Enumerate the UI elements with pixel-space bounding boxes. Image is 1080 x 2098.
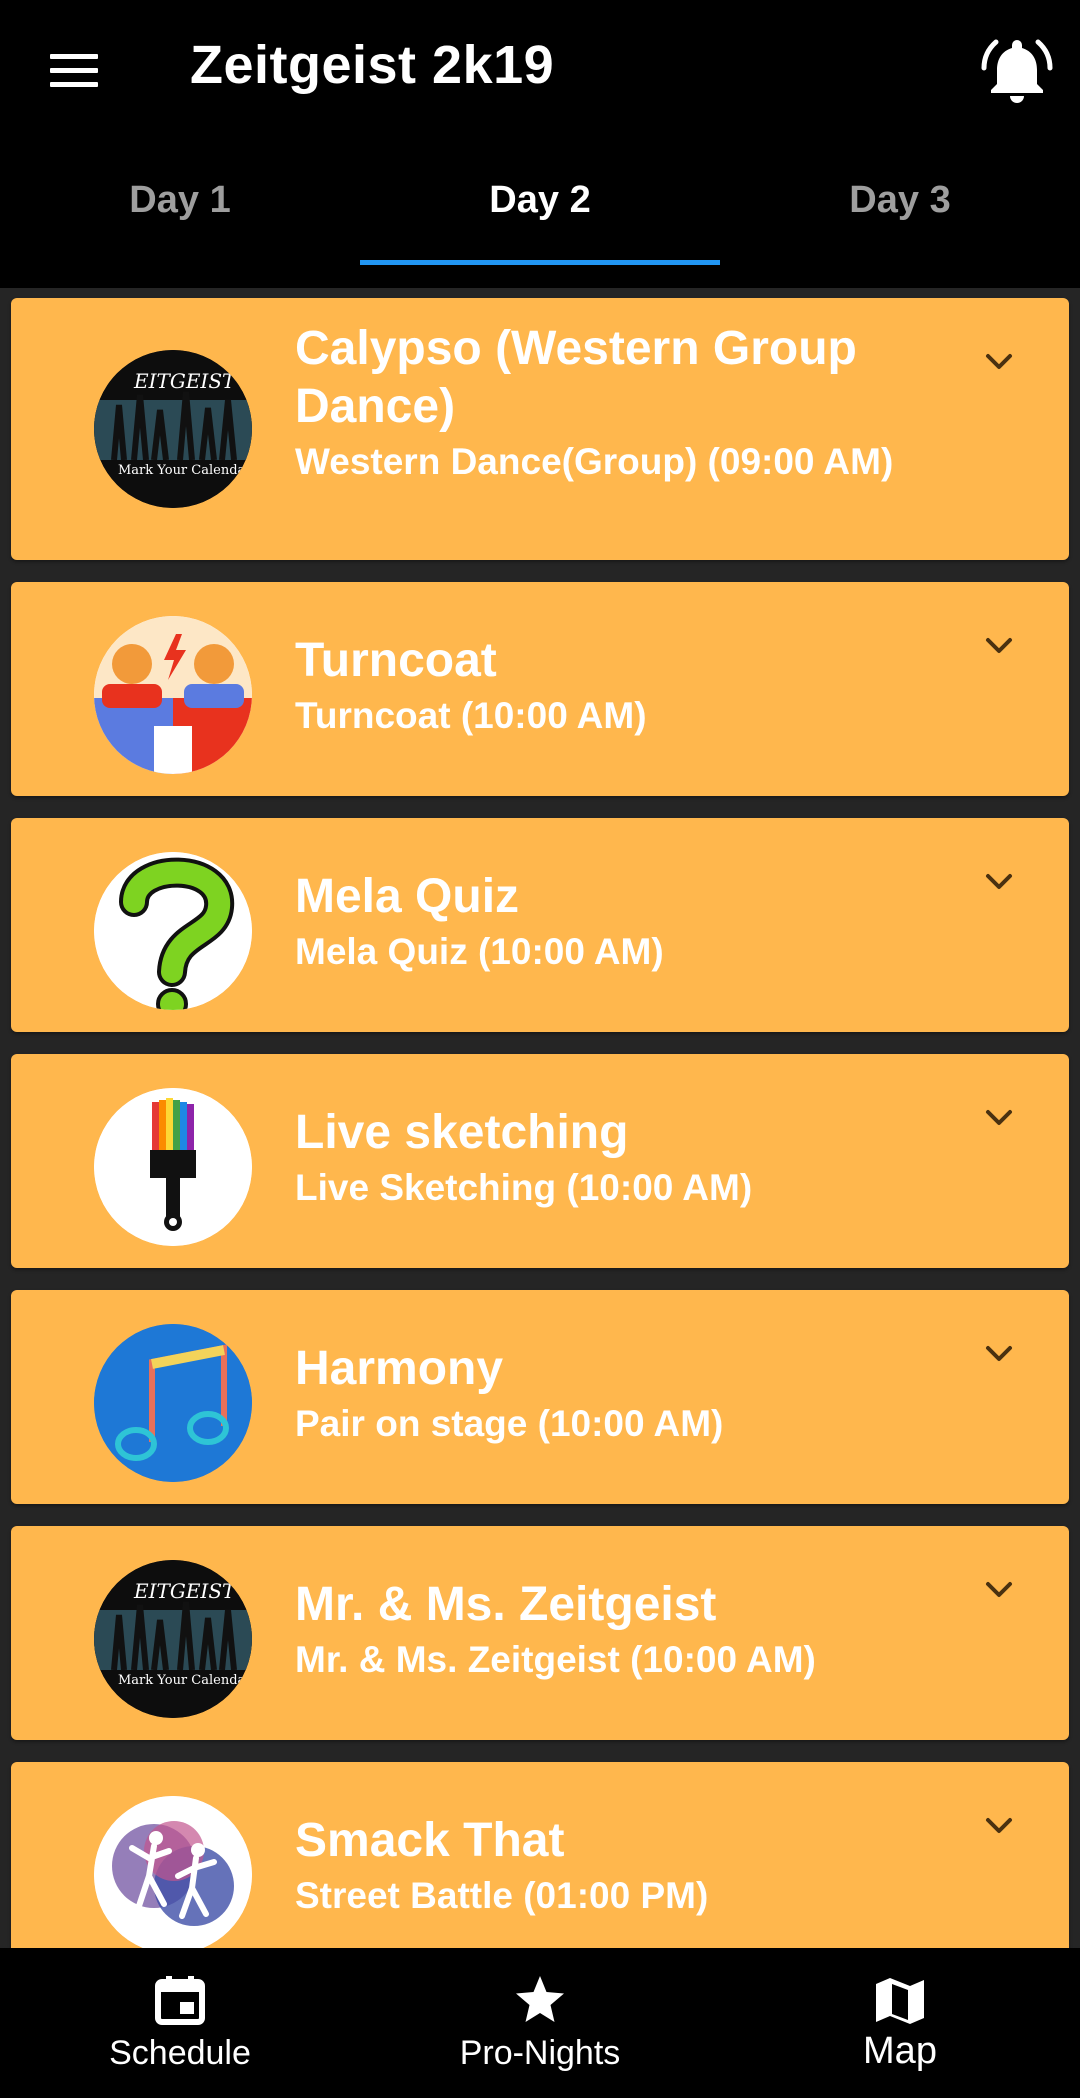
nav-label-schedule: Schedule [109,2034,251,2072]
event-card[interactable]: Smack That Street Battle (01:00 PM) [11,1762,1069,1948]
event-card[interactable]: EITGEIST Mark Your Calendars Calypso (We… [11,298,1069,560]
event-card[interactable]: Mela Quiz Mela Quiz (10:00 AM) [11,818,1069,1032]
event-image-paintbrush [94,1088,252,1246]
day-tabs: Day 1 Day 2 Day 3 [0,150,1080,265]
event-title: Live sketching [295,1106,629,1159]
nav-label-map: Map [863,2030,937,2072]
event-text: Mr. & Ms. Zeitgeist Mr. & Ms. Zeitgeist … [295,1576,915,1683]
event-title: Turncoat [295,634,497,687]
menu-icon[interactable] [44,40,104,100]
event-image-zeitgeist-poster: EITGEIST Mark Your Calendars [94,1560,252,1718]
tab-indicator [360,260,720,265]
event-title: Mr. & Ms. Zeitgeist [295,1578,717,1631]
event-text: Live sketching Live Sketching (10:00 AM) [295,1104,915,1211]
app-root: Zeitgeist 2k19 Day 1 Day 2 Day 3 EITGEIS… [0,0,1080,2098]
event-text: Harmony Pair on stage (10:00 AM) [295,1340,915,1447]
app-bar: Zeitgeist 2k19 Day 1 Day 2 Day 3 [0,0,1080,288]
event-subtitle: Live Sketching (10:00 AM) [295,1167,753,1208]
event-title: Calypso (Western Group Dance) [295,322,857,433]
event-image-debate-people [94,616,252,774]
svg-text:Mark Your Calendars: Mark Your Calendars [118,463,252,478]
tab-day-3[interactable]: Day 3 [720,150,1080,265]
event-subtitle: Mela Quiz (10:00 AM) [295,931,664,972]
star-icon [516,1976,564,2022]
calendar-icon [155,1976,205,2025]
chevron-down-icon[interactable] [979,626,1019,666]
event-text: Smack That Street Battle (01:00 PM) [295,1812,915,1919]
tab-day-1[interactable]: Day 1 [0,150,360,265]
event-card[interactable]: EITGEIST Mark Your Calendars Mr. & Ms. Z… [11,1526,1069,1740]
event-subtitle: Turncoat (10:00 AM) [295,695,647,736]
svg-text:EITGEIST: EITGEIST [133,369,237,393]
notification-bell-icon[interactable] [980,32,1054,106]
event-title: Smack That [295,1814,565,1867]
event-text: Calypso (Western Group Dance) Western Da… [295,320,915,485]
chevron-down-icon[interactable] [979,342,1019,382]
event-card[interactable]: Harmony Pair on stage (10:00 AM) [11,1290,1069,1504]
event-text: Turncoat Turncoat (10:00 AM) [295,632,915,739]
event-image-music-note [94,1324,252,1482]
nav-schedule[interactable]: Schedule [0,1948,360,2098]
event-image-dancers [94,1796,252,1948]
nav-label-pro-nights: Pro-Nights [459,2034,621,2072]
event-title: Mela Quiz [295,870,520,923]
event-text: Mela Quiz Mela Quiz (10:00 AM) [295,868,915,975]
event-card[interactable]: Turncoat Turncoat (10:00 AM) [11,582,1069,796]
event-subtitle: Street Battle (01:00 PM) [295,1875,709,1916]
chevron-down-icon[interactable] [979,1806,1019,1846]
bottom-navigation: Schedule Pro-Nights Map [0,1948,1080,2098]
chevron-down-icon[interactable] [979,862,1019,902]
event-image-question-mark [94,852,252,1010]
chevron-down-icon[interactable] [979,1098,1019,1138]
map-icon [876,1978,924,2024]
app-title: Zeitgeist 2k19 [190,35,555,95]
event-image-zeitgeist-poster: EITGEIST Mark Your Calendars [94,350,252,508]
nav-map[interactable]: Map [720,1948,1080,2098]
event-card[interactable]: Live sketching Live Sketching (10:00 AM) [11,1054,1069,1268]
event-list[interactable]: EITGEIST Mark Your Calendars Calypso (We… [0,288,1080,1948]
event-title: Harmony [295,1342,504,1395]
event-subtitle: Mr. & Ms. Zeitgeist (10:00 AM) [295,1639,816,1680]
event-subtitle: Pair on stage (10:00 AM) [295,1403,724,1444]
svg-text:EITGEIST: EITGEIST [133,1579,237,1603]
svg-text:Mark Your Calendars: Mark Your Calendars [118,1673,252,1688]
nav-pro-nights[interactable]: Pro-Nights [360,1948,720,2098]
chevron-down-icon[interactable] [979,1334,1019,1374]
tab-day-2[interactable]: Day 2 [360,150,720,265]
chevron-down-icon[interactable] [979,1570,1019,1610]
event-subtitle: Western Dance(Group) (09:00 AM) [295,441,894,482]
